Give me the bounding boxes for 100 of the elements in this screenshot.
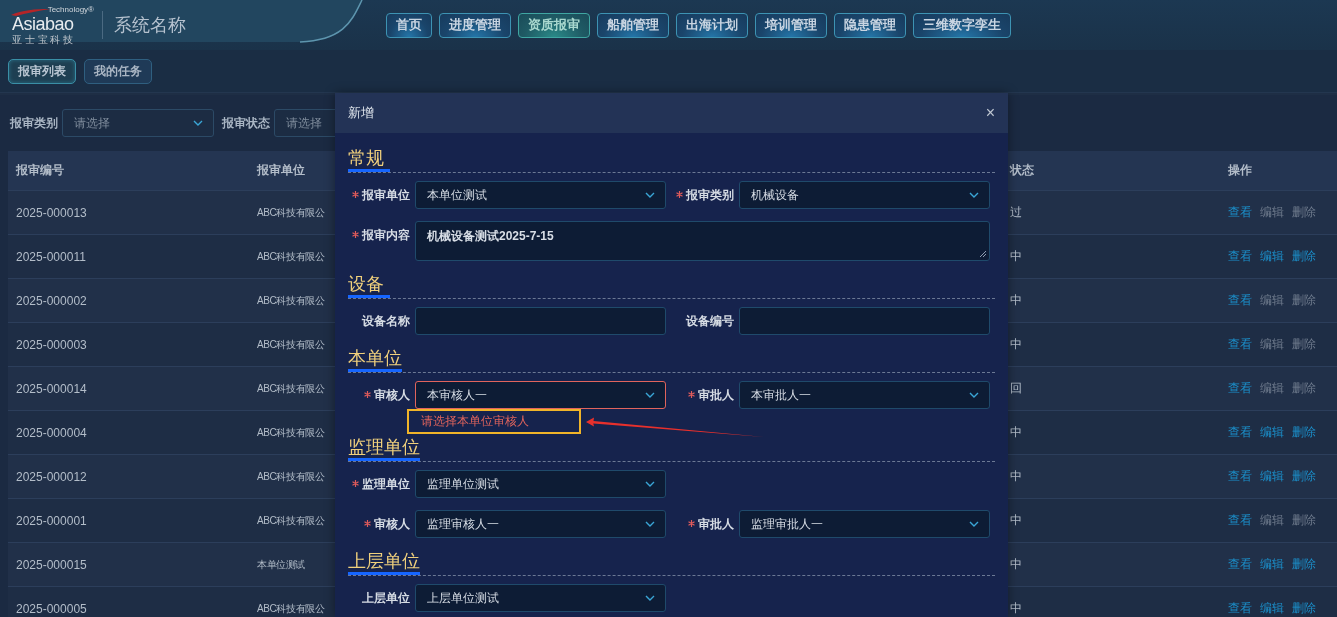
nav-tab[interactable]: 出海计划 <box>676 12 748 38</box>
text-area[interactable]: 机械设备测试2025-7-15 <box>415 221 990 261</box>
column-header: 操作 <box>1228 162 1252 179</box>
action-link[interactable]: 编辑 <box>1260 468 1284 485</box>
field-label: 监理单位 <box>335 470 415 498</box>
table-cell: ABC科技有限公 <box>257 293 325 308</box>
close-button[interactable]: × <box>985 104 995 122</box>
table-cell: 中 <box>1010 556 1022 573</box>
nav-tab[interactable]: 首页 <box>386 12 432 38</box>
filter-label: 报审类别 <box>10 114 58 132</box>
action-link[interactable]: 查看 <box>1228 468 1252 485</box>
chevron-down-icon <box>969 192 979 198</box>
action-link[interactable]: 删除 <box>1292 248 1316 265</box>
error-message: 请选择本单位审核人 <box>421 413 529 430</box>
table-cell: 2025-000011 <box>16 249 86 264</box>
table-cell: ABC科技有限公 <box>257 337 325 352</box>
input-field[interactable] <box>739 307 990 335</box>
logo-subtitle: 亚 士 宝 科 技 <box>12 33 74 45</box>
action-link[interactable]: 编辑 <box>1260 600 1284 617</box>
table-cell: 过 <box>1010 204 1022 221</box>
table-cell: 中 <box>1010 600 1022 617</box>
table-cell: 本单位测试 <box>257 557 305 572</box>
column-header: 状态 <box>1010 162 1034 179</box>
chevron-down-icon <box>645 392 655 398</box>
table-cell: 中 <box>1010 424 1022 441</box>
action-link[interactable]: 查看 <box>1228 600 1252 617</box>
input-field[interactable] <box>415 307 666 335</box>
section-title: 设备 <box>348 273 390 298</box>
select-field[interactable]: 监理审批人一 <box>739 510 990 538</box>
nav-tab[interactable]: 培训管理 <box>755 12 827 38</box>
column-header: 报审单位 <box>257 162 305 179</box>
table-cell: 回 <box>1010 380 1022 397</box>
action-link[interactable]: 编辑 <box>1260 424 1284 441</box>
table-cell: 2025-000015 <box>16 557 87 572</box>
table-cell: 2025-000014 <box>16 381 87 396</box>
action-link[interactable]: 查看 <box>1228 556 1252 573</box>
select-field[interactable]: 上层单位测试 <box>415 584 666 612</box>
action-link[interactable]: 查看 <box>1228 204 1252 221</box>
table-cell: 中 <box>1010 512 1022 529</box>
action-link[interactable]: 删除 <box>1292 468 1316 485</box>
select-field[interactable]: 机械设备 <box>739 181 990 209</box>
table-cell: ABC科技有限公 <box>257 381 325 396</box>
logo-swoosh-icon <box>10 7 50 16</box>
select-field[interactable]: 本审核人一 <box>415 381 666 409</box>
select-field[interactable]: 本单位测试 <box>415 181 666 209</box>
section-title: 上层单位 <box>348 550 420 575</box>
field-label: 设备编号 <box>684 313 735 330</box>
table-cell: 2025-000004 <box>16 425 87 440</box>
action-link[interactable]: 删除 <box>1292 600 1316 617</box>
action-link[interactable]: 删除 <box>1292 424 1316 441</box>
column-header: 报审编号 <box>16 162 64 179</box>
field-label: 审核人 <box>335 510 415 538</box>
select-field[interactable]: 监理单位测试 <box>415 470 666 498</box>
table-cell: 2025-000005 <box>16 601 87 616</box>
select-field[interactable]: 本审批人一 <box>739 381 990 409</box>
nav-tab[interactable]: 船舶管理 <box>597 12 669 38</box>
chevron-down-icon <box>969 521 979 527</box>
dialog-title: 新增 <box>348 104 374 122</box>
table-cell: 2025-000012 <box>16 469 87 484</box>
section-title: 监理单位 <box>348 436 420 461</box>
page-tab[interactable]: 我的任务 <box>84 58 152 84</box>
field-label: 上层单位 <box>361 590 411 607</box>
table-cell: ABC科技有限公 <box>257 469 325 484</box>
action-link[interactable]: 查看 <box>1228 380 1252 397</box>
filter-select[interactable]: 请选择 <box>62 109 214 137</box>
action-link[interactable]: 查看 <box>1228 424 1252 441</box>
nav-tab[interactable]: 资质报审 <box>518 12 590 38</box>
field-label: 审批人 <box>666 510 739 538</box>
field-label: 报审内容 <box>335 221 415 249</box>
action-link[interactable]: 查看 <box>1228 512 1252 529</box>
action-link[interactable]: 删除 <box>1292 556 1316 573</box>
field-label: 审批人 <box>666 381 739 409</box>
action-link[interactable]: 查看 <box>1228 336 1252 353</box>
action-link[interactable]: 查看 <box>1228 292 1252 309</box>
field-label: 报审单位 <box>335 181 415 209</box>
chevron-down-icon <box>645 481 655 487</box>
action-link[interactable]: 查看 <box>1228 248 1252 265</box>
nav-tab[interactable]: 隐患管理 <box>834 12 906 38</box>
field-label: 审核人 <box>335 381 415 409</box>
chevron-down-icon <box>645 521 655 527</box>
table-cell: ABC科技有限公 <box>257 601 325 616</box>
table-cell: 中 <box>1010 468 1022 485</box>
table-cell: ABC科技有限公 <box>257 249 325 264</box>
select-field[interactable]: 监理审核人一 <box>415 510 666 538</box>
table-cell: 2025-000002 <box>16 293 87 308</box>
table-cell: 2025-000003 <box>16 337 87 352</box>
page-tab[interactable]: 报审列表 <box>8 58 76 84</box>
nav-tab[interactable]: 进度管理 <box>439 12 511 38</box>
section-title: 本单位 <box>348 347 402 372</box>
table-cell: 2025-000013 <box>16 205 87 220</box>
table-cell: ABC科技有限公 <box>257 425 325 440</box>
table-cell: 中 <box>1010 248 1022 265</box>
action-link[interactable]: 编辑 <box>1260 556 1284 573</box>
filter-label: 报审状态 <box>222 114 270 132</box>
field-label: 设备名称 <box>360 313 411 330</box>
action-link[interactable]: 编辑 <box>1260 248 1284 265</box>
chevron-down-icon <box>645 192 655 198</box>
chevron-down-icon <box>969 392 979 398</box>
logo-tagline: Technology® <box>47 4 94 14</box>
nav-tab[interactable]: 三维数字孪生 <box>913 12 1011 38</box>
